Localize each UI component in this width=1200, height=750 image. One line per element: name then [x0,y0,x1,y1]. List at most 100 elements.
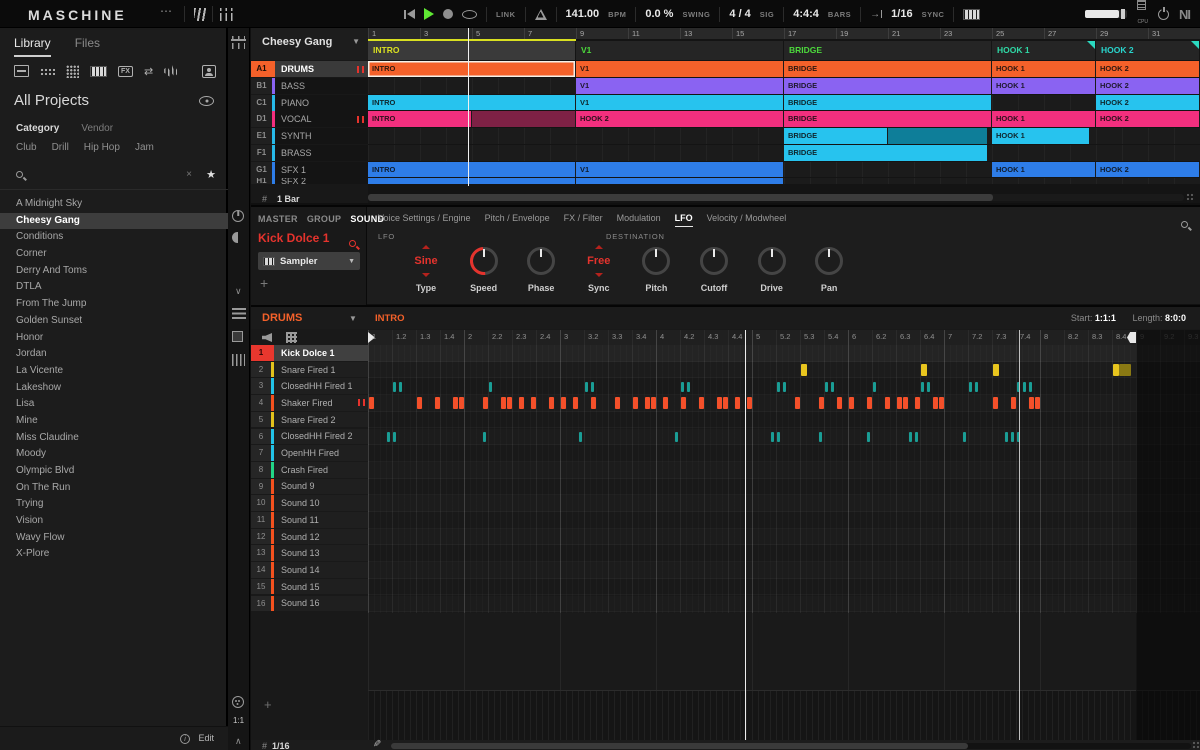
note-event[interactable] [507,397,512,409]
group-row-g1[interactable]: G1SFX 1 [251,162,368,178]
sound-row-5[interactable]: 5Snare Fired 2 [251,412,368,428]
selector-value-type[interactable]: Sine [396,255,456,267]
clip-hook-1[interactable]: HOOK 1 [992,162,1095,178]
tab-library[interactable]: Library [14,36,51,57]
tag-club[interactable]: Club [16,142,37,153]
section-bridge[interactable]: BRIDGE [784,41,991,60]
velocity-lane-toggle[interactable]: 1:1 [233,716,244,725]
add-lane-button[interactable]: + [264,697,272,712]
pattern-view-icon[interactable] [232,331,243,342]
pattern-name[interactable]: INTRO [375,313,405,324]
note-event[interactable] [921,382,924,392]
search-bar[interactable]: × ★ [0,164,228,190]
note-event[interactable] [993,364,999,376]
channel-tab-group[interactable]: GROUP [307,214,342,224]
note-event[interactable] [969,382,972,392]
project-item[interactable]: From The Jump [0,296,228,313]
note-event[interactable] [393,432,396,442]
knob-speed[interactable] [470,247,498,275]
note-event[interactable] [699,397,704,409]
macro-dial-icon[interactable] [232,210,244,222]
metronome-button[interactable] [535,9,547,20]
clip-hook-1[interactable]: HOOK 1 [992,61,1095,77]
note-event[interactable] [531,397,536,409]
note-event[interactable] [723,397,728,409]
note-event[interactable] [663,397,668,409]
sounds-filter-icon[interactable] [40,64,55,78]
note-event[interactable] [687,382,690,392]
note-event[interactable] [579,432,582,442]
note-event[interactable] [681,382,684,392]
sync-quantize-value[interactable]: 1/16 [891,8,912,20]
record-button[interactable] [443,9,453,19]
clip-hook-2[interactable]: HOOK 2 [1096,95,1199,111]
collapse-editor-chevron[interactable]: ∧ [235,736,242,747]
step-grid-setting[interactable]: #1/16 [262,741,290,750]
group-row-f1[interactable]: F1BRASS [251,145,368,161]
samples-filter-icon[interactable] [164,64,177,78]
project-item[interactable]: DTLA [0,279,228,296]
note-event[interactable] [771,432,774,442]
note-event[interactable] [867,432,870,442]
sound-row-1[interactable]: 1Kick Dolce 1 [251,345,368,361]
arranger-track-piano[interactable]: INTROV1BRIDGEHOOK 2 [368,95,1200,111]
note-event[interactable] [801,364,807,376]
selector-up-arrow[interactable] [595,245,603,249]
note-event[interactable] [675,432,678,442]
project-item[interactable]: X-Plore [0,546,228,563]
note-event[interactable] [585,382,588,392]
note-event[interactable] [519,397,524,409]
time-signature-value[interactable]: 4 / 4 [729,8,750,20]
note-event[interactable] [927,382,930,392]
tag-hip-hop[interactable]: Hip Hop [84,142,120,153]
clip-intro[interactable]: INTRO [368,95,575,111]
note-event[interactable] [549,397,554,409]
note-event[interactable] [849,397,854,409]
sound-row-16[interactable]: 16Sound 16 [251,596,368,612]
clip-hook-1[interactable]: HOOK 1 [992,111,1095,127]
tag-drill[interactable]: Drill [52,142,69,153]
loop-button[interactable] [462,10,477,19]
note-event[interactable] [915,397,920,409]
note-event[interactable] [717,397,722,409]
sound-row-4[interactable]: 4Shaker Fired [251,395,368,411]
group-row-b1[interactable]: B1BASS [251,78,368,94]
project-item[interactable]: Lisa [0,396,228,413]
section-v1[interactable]: V1 [576,41,783,60]
note-event[interactable] [1011,432,1014,442]
selector-up-arrow[interactable] [422,245,430,249]
group-row-a1[interactable]: A1DRUMS [251,61,368,77]
clip-intro[interactable]: INTRO [368,111,471,127]
note-grid[interactable] [368,345,1200,613]
clip-intro[interactable]: INTRO [368,61,575,77]
note-event[interactable] [939,397,944,409]
arranger-ruler[interactable]: 135791113151719212325272931 [368,28,1200,39]
note-event[interactable] [435,397,440,409]
arranger-track-drums[interactable]: INTROV1BRIDGEHOOK 1HOOK 2 [368,61,1200,77]
project-item[interactable]: Miss Claudine [0,430,228,447]
clip-untitled[interactable] [472,111,575,127]
plugin-chain-icon[interactable] [232,232,243,243]
scrollbar-thumb[interactable] [368,194,993,201]
note-event[interactable] [489,382,492,392]
start-value[interactable]: 1:1:1 [1095,313,1116,323]
clip-bridge[interactable]: BRIDGE [784,95,991,111]
section-intro[interactable]: INTRO [368,41,575,60]
note-event[interactable] [975,382,978,392]
arranger-track-sfx-2[interactable] [368,178,1200,184]
note-event[interactable] [903,397,908,409]
follow-playhead-button[interactable]: → [870,9,882,20]
note-event[interactable] [483,432,486,442]
project-item[interactable]: Derry And Toms [0,263,228,280]
project-item[interactable]: La Vicente [0,363,228,380]
audio-engine-power-button[interactable] [1158,9,1169,20]
bpm-value[interactable]: 141.00 [566,8,600,20]
project-item[interactable]: Moody [0,446,228,463]
clip-untitled[interactable] [888,128,987,144]
device-dropdown[interactable]: Sampler ▼ [258,252,360,270]
sound-row-6[interactable]: 6ClosedHH Fired 2 [251,429,368,445]
scrollbar-thumb[interactable] [391,743,968,749]
eye-icon[interactable] [199,96,214,106]
link-button[interactable]: LINK [496,10,516,19]
project-item[interactable]: Trying [0,496,228,513]
